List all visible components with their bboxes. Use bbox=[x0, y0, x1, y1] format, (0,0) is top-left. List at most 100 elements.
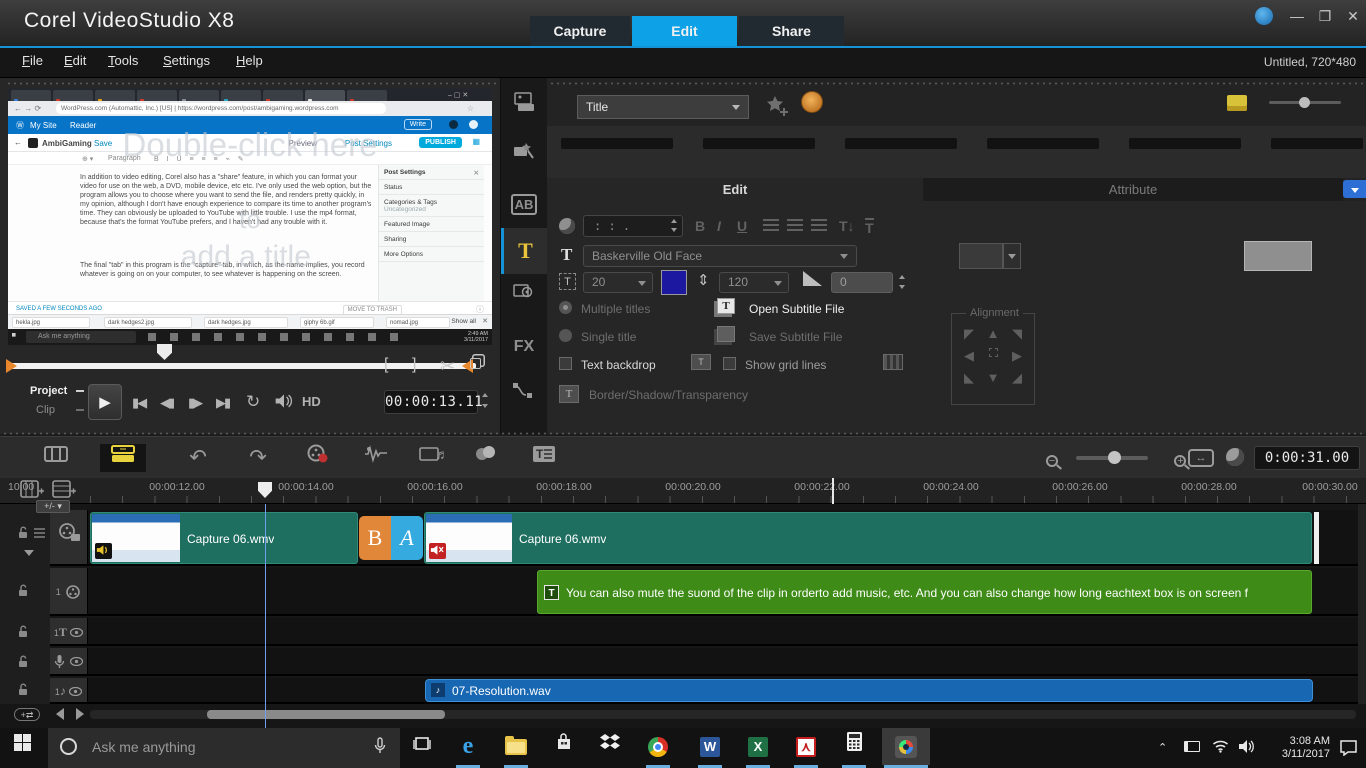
add-remove-track-button[interactable]: +/- ▾ bbox=[36, 500, 70, 513]
subtitle-editor-button[interactable]: T bbox=[526, 444, 562, 472]
restore-button[interactable]: ❐ bbox=[1314, 8, 1336, 25]
go-to-end-button[interactable]: ▶▮ bbox=[216, 395, 229, 411]
vertical-text-icon[interactable]: T↓ bbox=[839, 218, 855, 234]
add-to-favorites-icon[interactable] bbox=[765, 94, 791, 123]
cortana-search[interactable]: Ask me anything bbox=[48, 728, 400, 768]
voice-track-header[interactable] bbox=[50, 648, 88, 674]
duration-clock-icon[interactable] bbox=[1226, 448, 1244, 466]
tab-attribute-panel[interactable]: Attribute bbox=[923, 178, 1343, 201]
edge-icon[interactable]: e bbox=[446, 728, 490, 765]
timeline-vscrollbar[interactable] bbox=[1358, 504, 1366, 704]
title-overlay-line1[interactable]: Double-click here bbox=[8, 126, 492, 164]
volume-tray-icon[interactable] bbox=[1238, 739, 1255, 759]
acrobat-icon[interactable]: ⋏ bbox=[784, 728, 828, 765]
text-backdrop-checkbox[interactable] bbox=[559, 357, 572, 370]
align-right-icon[interactable] bbox=[811, 219, 827, 231]
track-list-icon[interactable] bbox=[52, 480, 76, 501]
redo-button[interactable]: ↷ bbox=[240, 444, 276, 472]
tray-clock[interactable]: 3:08 AM3/11/2017 bbox=[1262, 735, 1330, 761]
title-overlay-line3[interactable]: add a title. bbox=[8, 240, 492, 274]
menu-edit[interactable]: Edit bbox=[64, 53, 86, 68]
fit-project-icon[interactable]: ↔ bbox=[1188, 449, 1214, 467]
instant-project-icon[interactable] bbox=[501, 134, 547, 180]
timecode-up-icon[interactable] bbox=[482, 393, 488, 397]
track-transparency-button[interactable] bbox=[468, 444, 504, 472]
split-clip-icon[interactable]: ✂ bbox=[440, 356, 455, 377]
task-view-button[interactable] bbox=[400, 728, 444, 765]
align-bottom-left-icon[interactable]: ◣ bbox=[957, 370, 981, 386]
lock-track-icon[interactable] bbox=[18, 655, 29, 673]
lock-track-icon[interactable] bbox=[18, 526, 29, 544]
style-preset-box[interactable] bbox=[959, 243, 1003, 269]
video-clip[interactable]: Capture 06.wmv bbox=[424, 512, 1312, 564]
overlay-graphics-icon[interactable] bbox=[501, 276, 547, 322]
word-icon[interactable]: W bbox=[688, 728, 732, 765]
next-frame-button[interactable]: ▮▶ bbox=[188, 395, 201, 411]
timeline-scrollbar-thumb[interactable] bbox=[207, 710, 445, 719]
transition-icon[interactable]: AB bbox=[501, 182, 547, 228]
title-style-preview[interactable] bbox=[1244, 241, 1312, 271]
font-size-select[interactable]: 20 bbox=[583, 272, 653, 293]
duration-field[interactable]: : : . bbox=[583, 215, 683, 237]
track-manager-icon[interactable] bbox=[20, 480, 44, 501]
action-center-icon[interactable] bbox=[1340, 740, 1357, 761]
repeat-button[interactable]: ↻ bbox=[246, 392, 260, 412]
minimize-button[interactable]: — bbox=[1286, 8, 1308, 24]
tab-share[interactable]: Share bbox=[739, 16, 844, 46]
preview-timecode[interactable]: 00:00:13.11 bbox=[384, 390, 478, 414]
border-shadow-icon[interactable]: T bbox=[559, 385, 579, 403]
music-track-header[interactable]: 1♪ bbox=[50, 678, 88, 702]
bold-button[interactable]: B bbox=[695, 218, 705, 234]
clip-edge-handle[interactable] bbox=[1314, 512, 1319, 564]
align-top-right-icon[interactable]: ◥ bbox=[1005, 326, 1029, 342]
chrome-icon[interactable] bbox=[636, 728, 680, 765]
title-clip[interactable]: T You can also mute the suond of the cli… bbox=[537, 570, 1312, 614]
record-capture-button[interactable] bbox=[300, 444, 336, 472]
style-preset-dropdown[interactable] bbox=[1003, 243, 1021, 269]
title-track-header[interactable]: 1T bbox=[50, 618, 88, 644]
align-bottom-right-icon[interactable]: ◢ bbox=[1005, 370, 1029, 386]
volume-button[interactable] bbox=[274, 393, 294, 414]
lock-track-icon[interactable] bbox=[18, 584, 29, 602]
zoom-out-icon[interactable]: − bbox=[1046, 455, 1058, 467]
music-clip[interactable]: ♪ 07-Resolution.wav bbox=[425, 679, 1313, 702]
gallery-category-select[interactable]: Title bbox=[577, 95, 749, 119]
storyboard-view-button[interactable] bbox=[38, 444, 74, 472]
show-grid-lines-checkbox[interactable] bbox=[723, 357, 736, 370]
duration-up-icon[interactable] bbox=[671, 219, 677, 223]
play-button[interactable]: ▶ bbox=[88, 384, 122, 420]
corel-guide-icon[interactable] bbox=[1255, 7, 1273, 25]
grid-settings-icon[interactable] bbox=[883, 354, 903, 370]
motion-path-icon[interactable] bbox=[501, 374, 547, 420]
tray-expand-icon[interactable]: ⌃ bbox=[1158, 741, 1167, 754]
overlay-track-header[interactable]: 1 bbox=[50, 568, 88, 614]
font-color-swatch[interactable] bbox=[661, 270, 687, 295]
menu-help[interactable]: Help bbox=[236, 53, 263, 68]
dropbox-icon[interactable] bbox=[588, 728, 632, 765]
single-title-radio[interactable] bbox=[559, 329, 572, 342]
align-top-icon[interactable]: ▲ bbox=[981, 326, 1005, 342]
scroll-right-icon[interactable] bbox=[76, 708, 84, 720]
mark-out-button[interactable]: ] bbox=[412, 356, 416, 374]
menu-tools[interactable]: Tools bbox=[108, 53, 138, 68]
line-spacing-select[interactable]: 120 bbox=[719, 272, 789, 293]
collapse-panel-button[interactable] bbox=[1343, 180, 1366, 198]
timeline-view-button[interactable] bbox=[100, 444, 146, 472]
start-button[interactable] bbox=[0, 728, 44, 765]
mark-in-button[interactable]: [ bbox=[384, 356, 388, 374]
duration-down-icon[interactable] bbox=[671, 228, 677, 232]
video-track-header[interactable] bbox=[50, 510, 88, 564]
open-subtitle-button[interactable]: Open Subtitle File bbox=[749, 302, 844, 316]
tab-edit-panel[interactable]: Edit bbox=[547, 178, 923, 201]
project-mode-label[interactable]: Project bbox=[30, 385, 67, 397]
transition-b-half[interactable]: B bbox=[359, 516, 391, 560]
battery-display-icon[interactable] bbox=[1184, 741, 1200, 752]
sound-mixer-button[interactable] bbox=[358, 444, 394, 472]
undo-button[interactable]: ↶ bbox=[180, 444, 216, 472]
thumbnail-view-icon[interactable] bbox=[1227, 95, 1247, 111]
horizontal-text-icon[interactable]: T bbox=[865, 218, 874, 236]
menu-settings[interactable]: Settings bbox=[163, 53, 210, 68]
media-library-icon[interactable] bbox=[501, 86, 547, 132]
transition-a-half[interactable]: A bbox=[391, 516, 423, 560]
underline-button[interactable]: U bbox=[737, 218, 747, 234]
